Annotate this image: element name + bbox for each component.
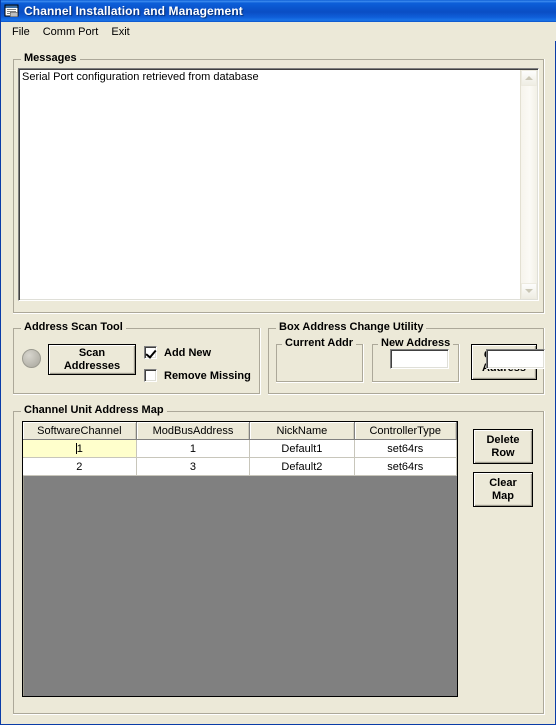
cell-nickname[interactable]: Default1 [249, 439, 355, 458]
clear-map-label-line2: Map [492, 489, 514, 502]
remove-missing-checkbox-row[interactable]: Remove Missing [144, 369, 251, 382]
title-bar[interactable]: Channel Installation and Management [1, 0, 556, 22]
window-title: Channel Installation and Management [24, 4, 243, 18]
application-window-icon [4, 3, 20, 19]
scan-addresses-button[interactable]: Scan Addresses [48, 344, 136, 375]
menu-bar: File Comm Port Exit [1, 22, 556, 41]
scroll-down-arrow-icon[interactable] [521, 283, 537, 299]
current-addr-frame [276, 344, 364, 383]
address-scan-tool-legend: Address Scan Tool [21, 321, 126, 333]
clear-map-label-line1: Clear [489, 476, 517, 489]
add-new-label: Add New [164, 346, 212, 359]
current-addr-legend: Current Addr [282, 337, 357, 349]
messages-text: Serial Port configuration retrieved from… [22, 71, 259, 83]
channel-unit-address-map-legend: Channel Unit Address Map [21, 404, 167, 416]
add-new-checkbox-row[interactable]: Add New [144, 346, 211, 359]
remove-missing-checkbox[interactable] [144, 369, 157, 382]
cell-software-channel[interactable]: 1 [23, 439, 137, 458]
table-row[interactable]: 1 1 Default1 set64rs [23, 439, 457, 458]
delete-row-button[interactable]: Delete Row [473, 429, 533, 464]
column-header-nickname[interactable]: NickName [249, 422, 355, 440]
scan-addresses-label-line2: Addresses [63, 359, 121, 372]
clear-map-button[interactable]: Clear Map [473, 472, 533, 507]
messages-textarea[interactable]: Serial Port configuration retrieved from… [18, 68, 539, 301]
address-map-table: SoftwareChannel ModBusAddress NickName C… [23, 422, 457, 476]
current-addr-input[interactable] [390, 349, 449, 369]
cell-modbus-address[interactable]: 3 [136, 457, 251, 476]
table-header-row: SoftwareChannel ModBusAddress NickName C… [23, 422, 457, 440]
cell-software-channel[interactable]: 2 [23, 457, 137, 476]
table-row[interactable]: 2 3 Default2 set64rs [23, 457, 457, 476]
menu-item-file[interactable]: File [6, 24, 37, 40]
column-header-software-channel[interactable]: SoftwareChannel [23, 422, 137, 440]
channel-unit-address-map-grid[interactable]: SoftwareChannel ModBusAddress NickName C… [22, 421, 458, 697]
scroll-up-arrow-icon[interactable] [521, 70, 537, 86]
delete-row-label-line2: Row [491, 446, 515, 459]
column-header-modbus-address[interactable]: ModBusAddress [136, 422, 251, 440]
messages-legend: Messages [21, 52, 80, 64]
menu-item-comm-port[interactable]: Comm Port [37, 24, 106, 40]
add-new-checkbox[interactable] [144, 346, 157, 359]
cell-controller-type[interactable]: set64rs [354, 439, 457, 458]
application-window: Channel Installation and Management File… [0, 0, 556, 725]
cell-modbus-address[interactable]: 1 [136, 439, 251, 458]
current-addr-groupbox: Current Addr [276, 337, 364, 383]
delete-row-label-line1: Delete [486, 433, 520, 446]
new-address-legend: New Address [378, 337, 454, 349]
menu-item-exit[interactable]: Exit [105, 24, 136, 40]
scan-addresses-label-line1: Scan [78, 346, 106, 359]
messages-scrollbar[interactable] [520, 70, 537, 299]
address-scan-tool-groupbox: Address Scan Tool Scan Addresses Add New… [13, 321, 261, 395]
remove-missing-label: Remove Missing [164, 369, 251, 382]
column-header-controller-type[interactable]: ControllerType [354, 422, 457, 440]
scan-status-led-icon [22, 349, 41, 368]
cell-controller-type[interactable]: set64rs [354, 457, 457, 476]
messages-groupbox: Messages Serial Port configuration retri… [13, 52, 545, 314]
new-address-input[interactable] [486, 349, 545, 369]
channel-unit-address-map-groupbox: Channel Unit Address Map SoftwareChannel… [13, 404, 545, 715]
box-address-change-utility-legend: Box Address Change Utility [276, 321, 427, 333]
box-address-change-utility-groupbox: Box Address Change Utility Current Addr … [268, 321, 545, 395]
cell-nickname[interactable]: Default2 [249, 457, 355, 476]
scrollbar-track[interactable] [521, 86, 537, 283]
